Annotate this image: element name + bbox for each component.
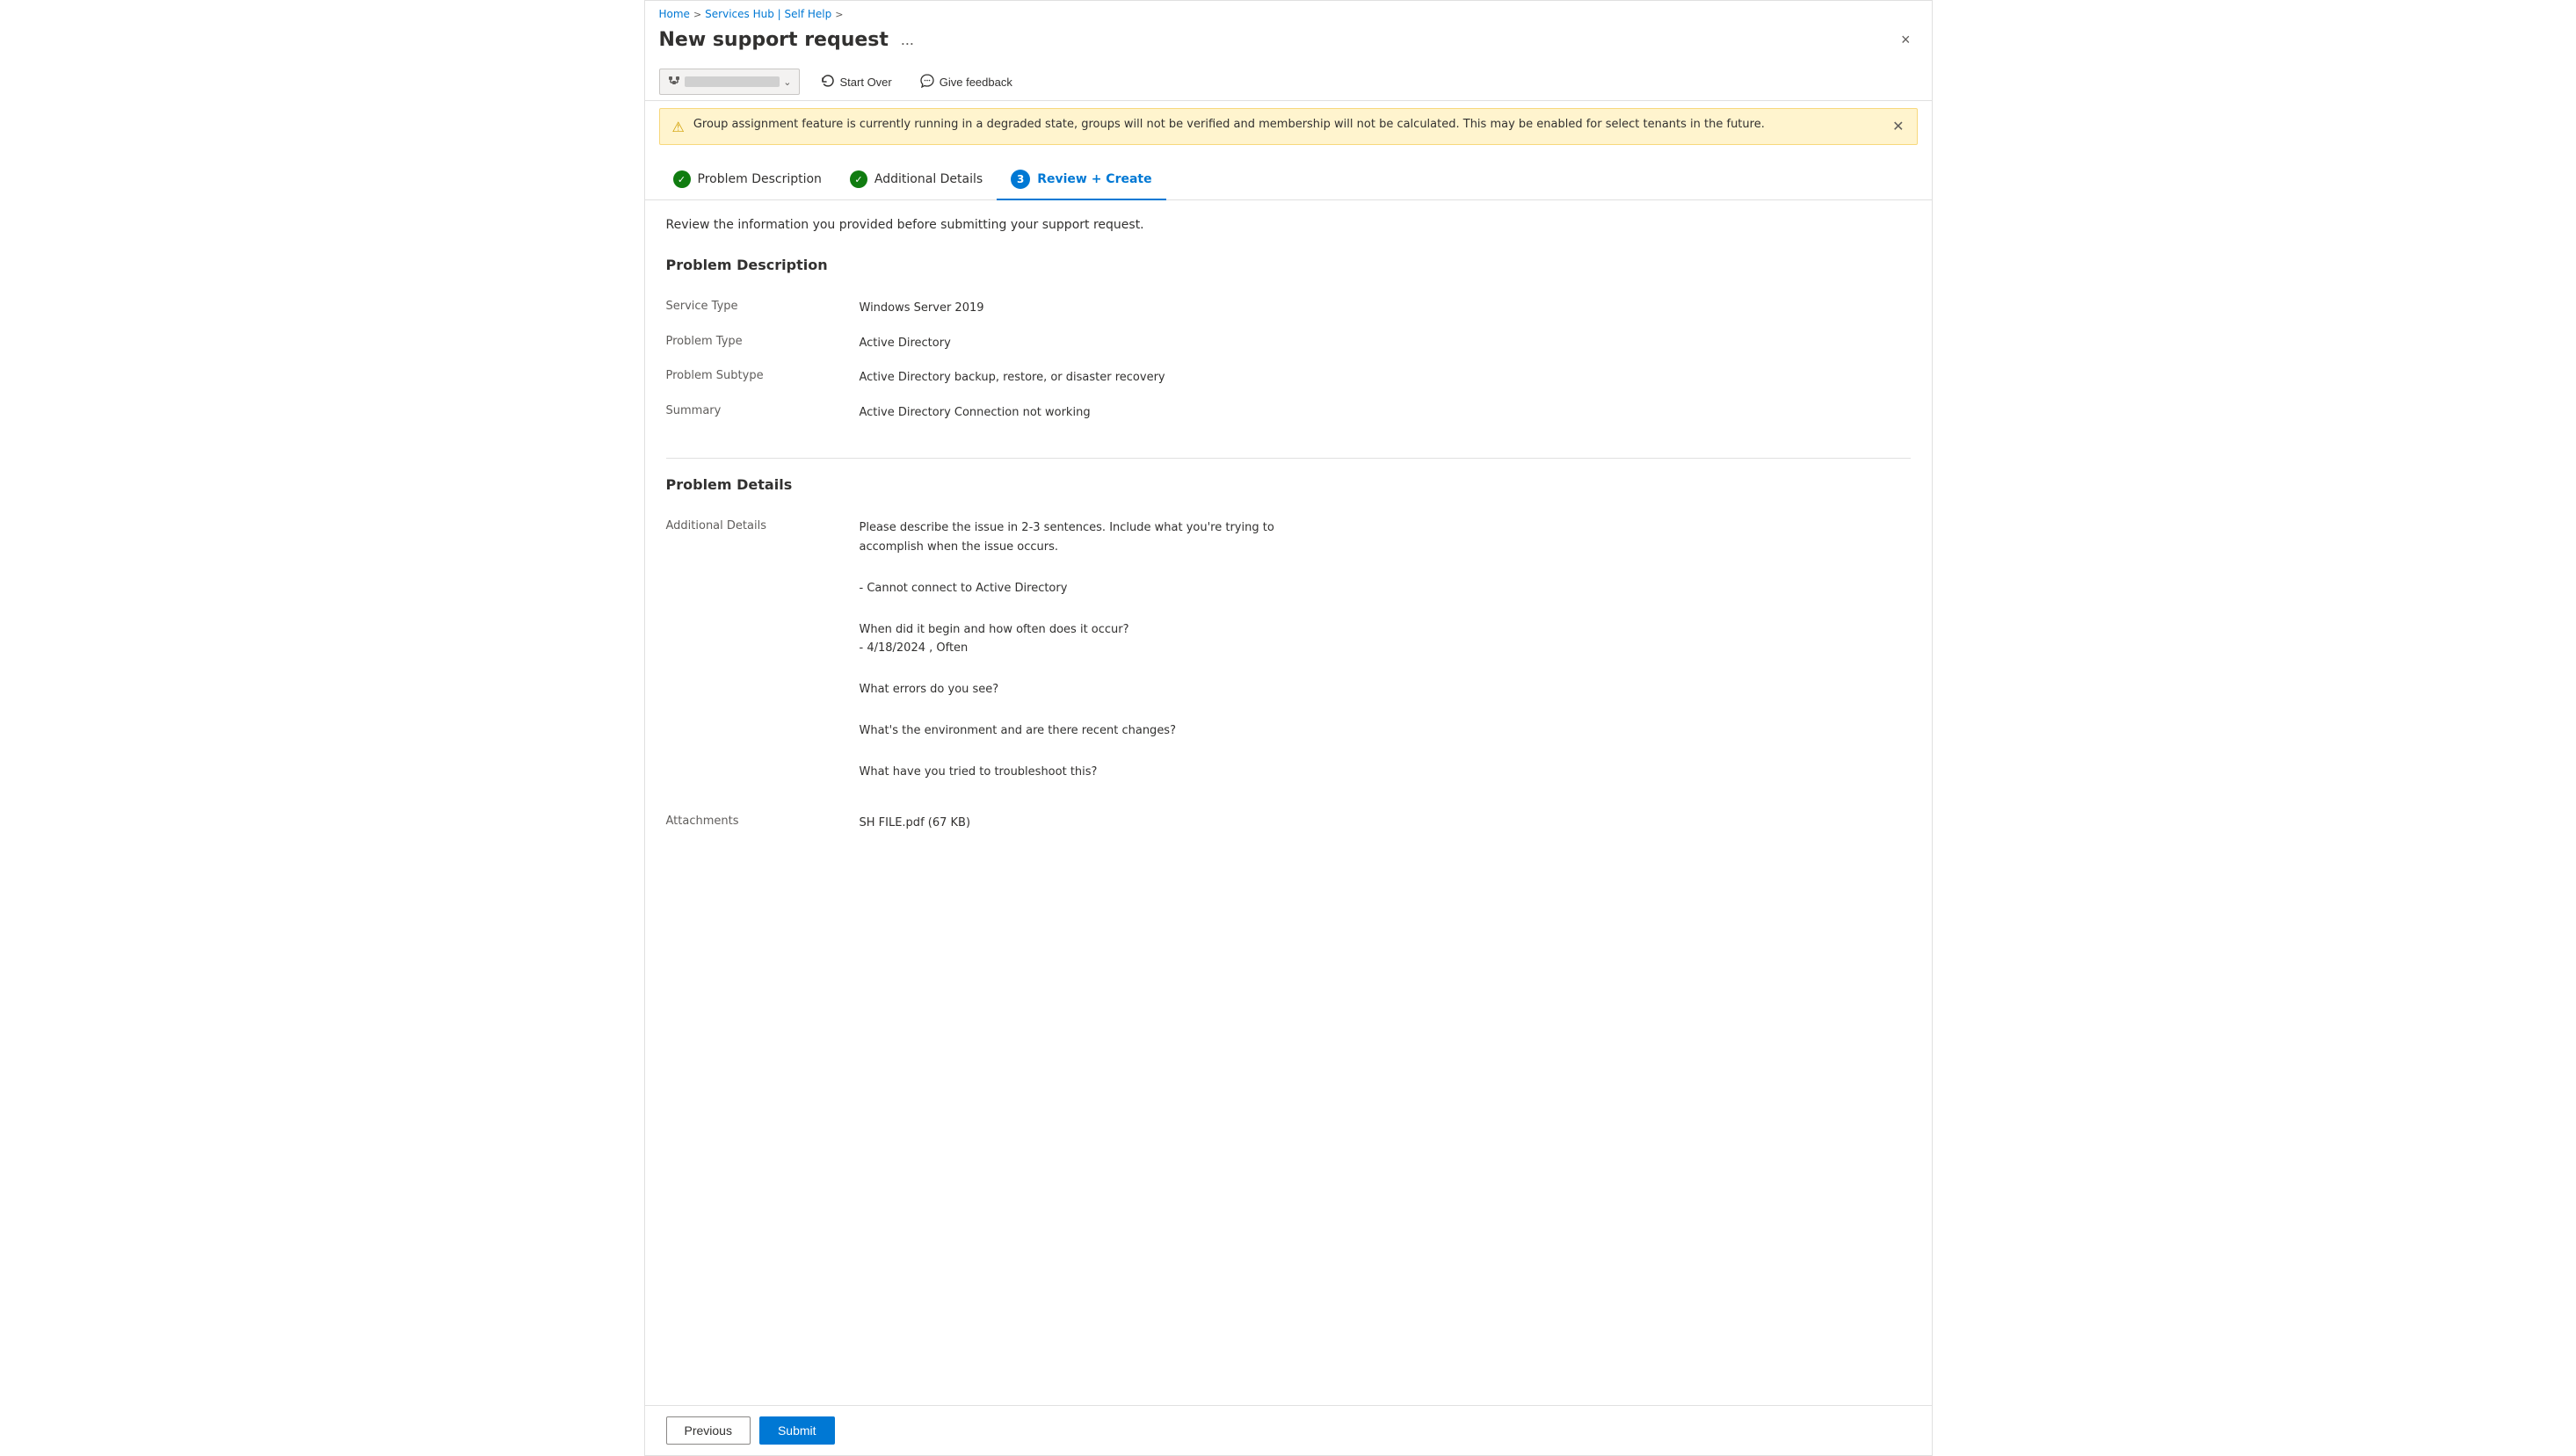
- step-review-create[interactable]: 3 Review + Create: [997, 163, 1165, 199]
- table-row: Problem Subtype Active Directory backup,…: [666, 360, 1911, 395]
- detail-line13: What have you tried to troubleshoot this…: [860, 764, 1911, 781]
- step-additional-details[interactable]: ✓ Additional Details: [836, 163, 997, 199]
- problem-type-value: Active Directory: [860, 335, 1911, 352]
- detail-line7: - 4/18/2024 , Often: [860, 640, 1911, 657]
- step3-label: Review + Create: [1037, 172, 1151, 186]
- detail-line1: Please describe the issue in 2-3 sentenc…: [860, 519, 1911, 537]
- problem-description-table: Service Type Windows Server 2019 Problem…: [666, 291, 1911, 430]
- breadcrumb-sep-2: >: [835, 9, 843, 20]
- title-bar: New support request ... ×: [645, 24, 1932, 63]
- section-divider: [666, 458, 1911, 459]
- detail-line8: [860, 664, 1911, 682]
- problem-details-table: Additional Details Please describe the i…: [666, 511, 1911, 840]
- summary-value: Active Directory Connection not working: [860, 404, 1911, 422]
- give-feedback-label: Give feedback: [940, 76, 1012, 89]
- additional-details-label: Additional Details: [666, 519, 860, 532]
- toolbar: ⌄ Start Over Give feedback: [645, 63, 1932, 101]
- alert-banner: ⚠ Group assignment feature is currently …: [659, 108, 1918, 145]
- detail-line5: [860, 604, 1911, 621]
- start-over-icon: [821, 74, 835, 91]
- problem-type-label: Problem Type: [666, 335, 860, 348]
- problem-subtype-value: Active Directory backup, restore, or dis…: [860, 369, 1911, 387]
- org-text-placeholder: [685, 76, 780, 87]
- alert-icon: ⚠: [672, 119, 685, 135]
- detail-line4: - Cannot connect to Active Directory: [860, 580, 1911, 598]
- detail-line11: What's the environment and are there rec…: [860, 722, 1911, 740]
- page-title: New support request: [659, 29, 889, 51]
- review-intro: Review the information you provided befo…: [666, 218, 1911, 232]
- org-selector[interactable]: ⌄: [659, 69, 800, 95]
- step1-check-icon: ✓: [673, 170, 691, 188]
- detail-line6: When did it begin and how often does it …: [860, 621, 1911, 639]
- problem-description-section: Problem Description Service Type Windows…: [666, 257, 1911, 430]
- feedback-icon: [920, 74, 934, 91]
- previous-button[interactable]: Previous: [666, 1416, 751, 1445]
- table-row: Problem Type Active Directory: [666, 326, 1911, 361]
- breadcrumb-home[interactable]: Home: [659, 8, 690, 20]
- table-row: Summary Active Directory Connection not …: [666, 395, 1911, 431]
- summary-label: Summary: [666, 404, 860, 417]
- main-content: Review the information you provided befo…: [645, 200, 1932, 1405]
- alert-close-button[interactable]: ✕: [1892, 118, 1904, 135]
- table-row: Additional Details Please describe the i…: [666, 511, 1911, 792]
- problem-details-title: Problem Details: [666, 476, 1911, 496]
- org-icon: [667, 73, 681, 91]
- problem-details-section: Problem Details Additional Details Pleas…: [666, 476, 1911, 840]
- attachments-value: SH FILE.pdf (67 KB): [860, 815, 1911, 832]
- detail-line10: [860, 706, 1911, 723]
- close-button[interactable]: ×: [1894, 27, 1918, 53]
- alert-text: Group assignment feature is currently ru…: [693, 118, 1883, 131]
- give-feedback-button[interactable]: Give feedback: [913, 70, 1020, 94]
- title-bar-left: New support request ...: [659, 29, 919, 51]
- detail-line2: accomplish when the issue occurs.: [860, 539, 1911, 556]
- steps-bar: ✓ Problem Description ✓ Additional Detai…: [645, 152, 1932, 200]
- page-wrapper: Home > Services Hub | Self Help > New su…: [644, 0, 1933, 1456]
- problem-subtype-label: Problem Subtype: [666, 369, 860, 382]
- step-problem-description[interactable]: ✓ Problem Description: [659, 163, 836, 199]
- step2-label: Additional Details: [874, 172, 983, 186]
- breadcrumb: Home > Services Hub | Self Help >: [645, 1, 1932, 24]
- table-row: Attachments SH FILE.pdf (67 KB): [666, 806, 1911, 841]
- submit-button[interactable]: Submit: [759, 1416, 835, 1445]
- detail-line3: [860, 562, 1911, 580]
- breadcrumb-sep-1: >: [693, 9, 701, 20]
- footer: Previous Submit: [645, 1405, 1932, 1455]
- problem-description-title: Problem Description: [666, 257, 1911, 277]
- table-row: Service Type Windows Server 2019: [666, 291, 1911, 326]
- breadcrumb-services-hub[interactable]: Services Hub | Self Help: [705, 8, 831, 20]
- step1-label: Problem Description: [698, 172, 822, 186]
- detail-line12: [860, 747, 1911, 764]
- service-type-label: Service Type: [666, 300, 860, 313]
- additional-details-value: Please describe the issue in 2-3 sentenc…: [860, 519, 1911, 783]
- step2-check-icon: ✓: [850, 170, 867, 188]
- attachments-label: Attachments: [666, 815, 860, 828]
- start-over-button[interactable]: Start Over: [814, 70, 899, 94]
- step3-number-icon: 3: [1011, 170, 1030, 189]
- detail-line9: What errors do you see?: [860, 681, 1911, 699]
- chevron-down-icon: ⌄: [783, 76, 791, 88]
- start-over-label: Start Over: [840, 76, 892, 89]
- service-type-value: Windows Server 2019: [860, 300, 1911, 317]
- ellipsis-button[interactable]: ...: [896, 29, 919, 51]
